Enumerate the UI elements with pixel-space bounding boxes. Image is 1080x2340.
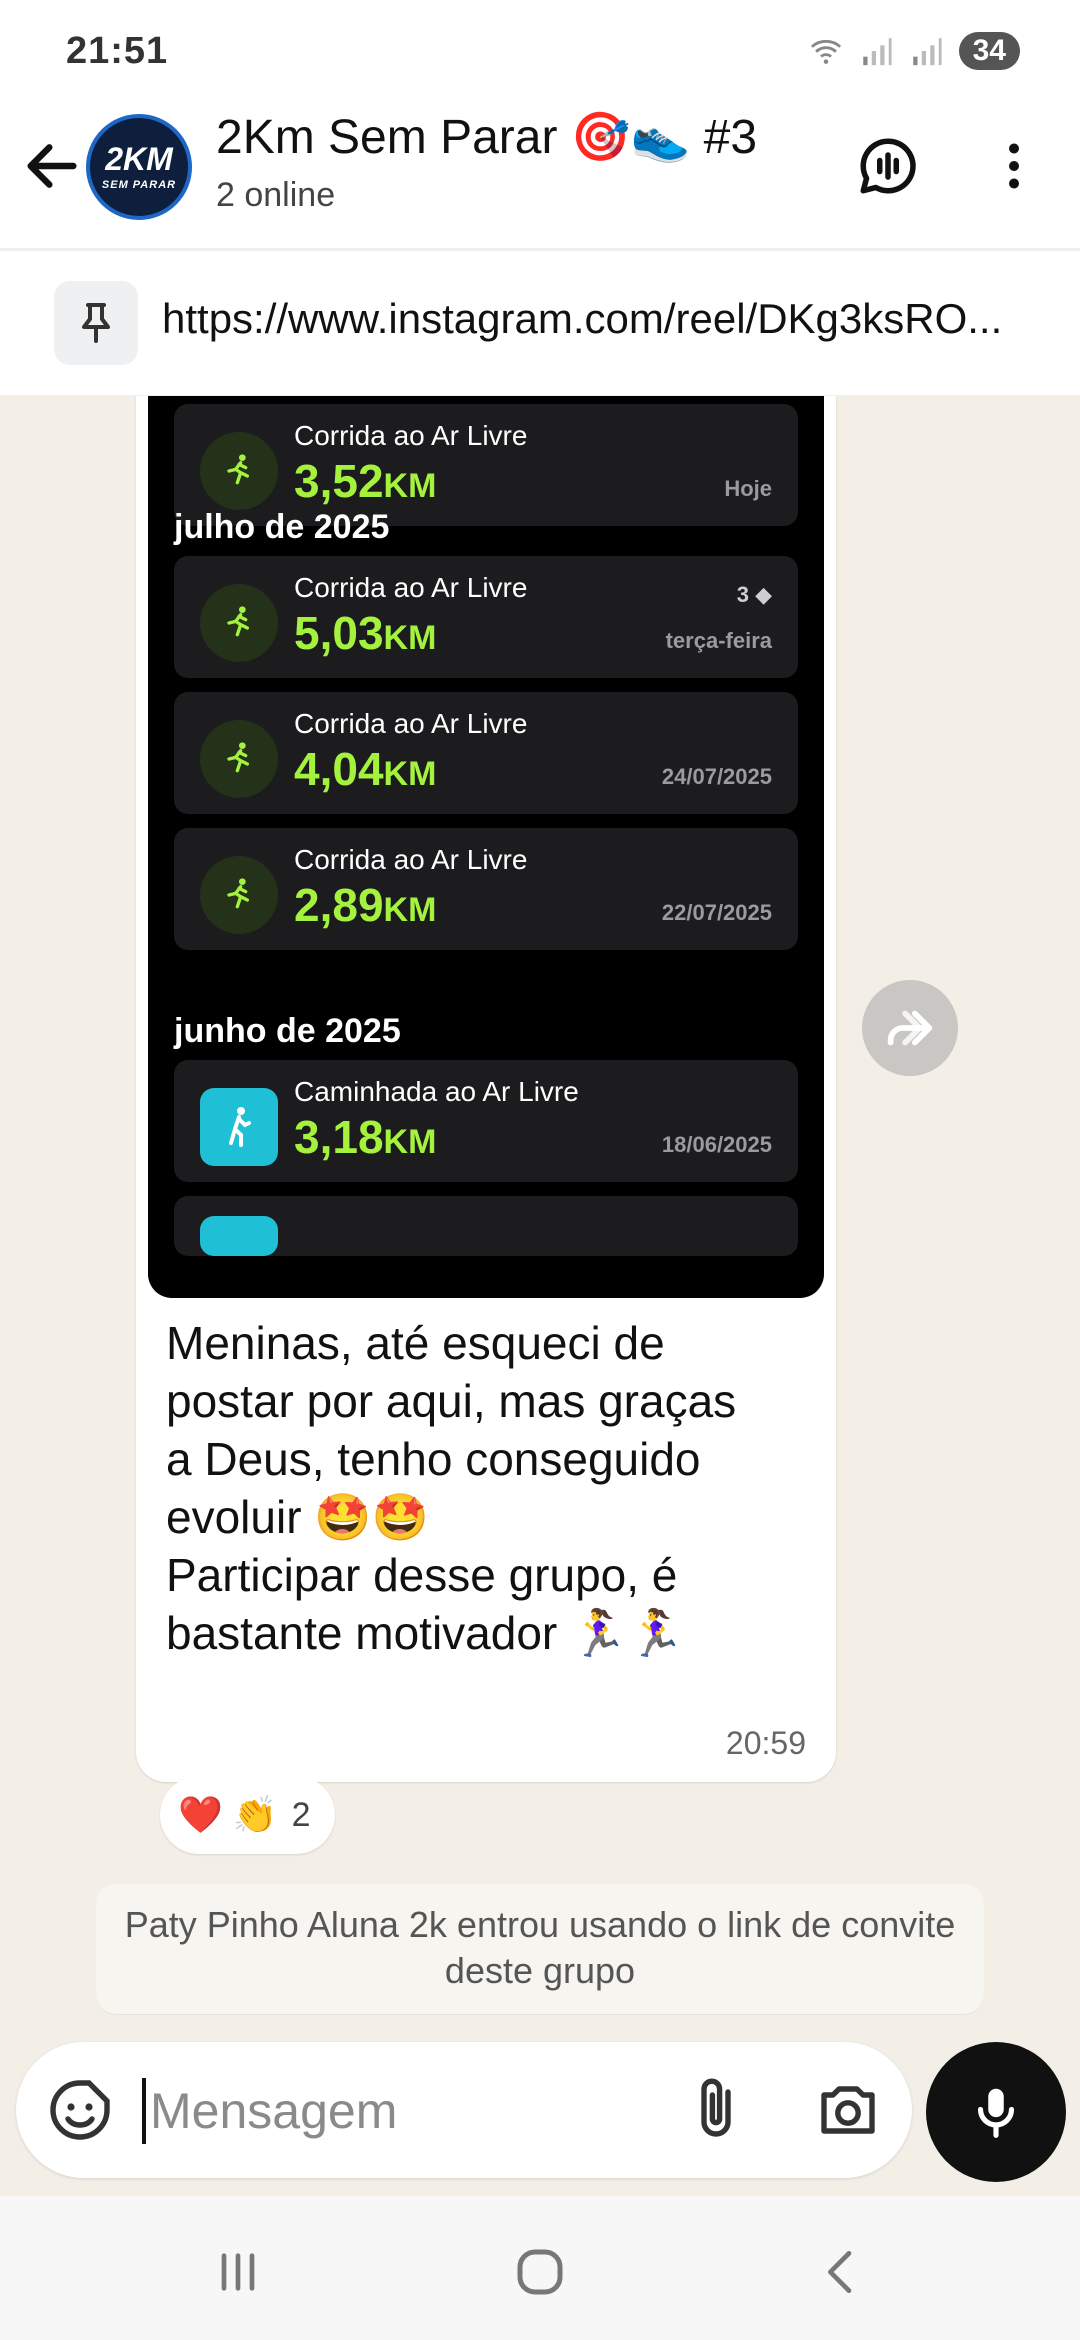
activity-card: Corrida ao Ar Livre 5,03KM 3 ◆ terça-fei… bbox=[174, 556, 798, 678]
activity-count: 3 ◆ bbox=[736, 582, 772, 607]
forward-icon bbox=[887, 1010, 933, 1046]
battery-indicator: 34 bbox=[958, 32, 1020, 70]
message-line: Meninas, até esqueci de bbox=[166, 1317, 665, 1369]
shoe-icon: ◆ bbox=[755, 582, 772, 607]
system-navigation-bar bbox=[0, 2196, 1080, 2340]
group-title[interactable]: 2Km Sem Parar 🎯👟 #3 bbox=[216, 108, 757, 165]
voice-chat-icon bbox=[860, 138, 916, 194]
sticker-emoji-icon[interactable] bbox=[44, 2074, 116, 2146]
voice-chat-button[interactable] bbox=[852, 130, 924, 202]
message-line: postar por aqui, mas graças bbox=[166, 1375, 737, 1427]
more-options-button[interactable] bbox=[978, 130, 1050, 202]
activity-label: Corrida ao Ar Livre bbox=[294, 572, 528, 603]
home-button[interactable] bbox=[500, 2232, 580, 2312]
activity-distance: 3,52KM bbox=[294, 455, 437, 507]
activity-date: terça-feira bbox=[665, 628, 772, 653]
activity-card: Corrida ao Ar Livre 2,89KM 22/07/2025 bbox=[174, 828, 798, 950]
activity-distance: 3,18KM bbox=[294, 1111, 437, 1163]
recent-apps-button[interactable] bbox=[198, 2232, 278, 2312]
camera-icon[interactable] bbox=[812, 2074, 884, 2146]
online-status: 2 online bbox=[216, 176, 336, 214]
section-title: junho de 2025 bbox=[174, 1012, 401, 1050]
activity-date: Hoje bbox=[724, 476, 772, 501]
message-line: evoluir 🤩🤩 bbox=[166, 1491, 429, 1543]
message-image[interactable]: Corrida ao Ar Livre 3,52KM Hoje julho de… bbox=[148, 396, 824, 1298]
activity-distance: 5,03KM bbox=[294, 607, 437, 659]
running-icon bbox=[200, 432, 278, 510]
signal-icon-2 bbox=[912, 38, 942, 66]
pin-icon-box bbox=[54, 281, 138, 365]
microphone-icon bbox=[977, 2088, 1015, 2138]
activity-date: 18/06/2025 bbox=[661, 1132, 772, 1157]
walking-icon bbox=[200, 1088, 278, 1166]
reactions-pill[interactable]: ❤️ 👏 2 bbox=[160, 1776, 335, 1854]
attach-icon[interactable] bbox=[680, 2074, 752, 2146]
message-line: Participar desse grupo, é bbox=[166, 1549, 678, 1601]
activity-card-partial bbox=[174, 1196, 798, 1256]
pinned-message-bar[interactable]: https://www.instagram.com/reel/DKg3ksRO.… bbox=[0, 250, 1080, 395]
activity-label: Caminhada ao Ar Livre bbox=[294, 1076, 579, 1107]
pinned-link-text[interactable]: https://www.instagram.com/reel/DKg3ksRO.… bbox=[162, 295, 1042, 343]
avatar-text-bottom: SEM PARAR bbox=[101, 179, 177, 191]
signal-icon bbox=[862, 38, 892, 66]
forward-button[interactable] bbox=[862, 980, 958, 1076]
home-icon bbox=[517, 2249, 563, 2295]
running-icon bbox=[200, 720, 278, 798]
message-line: bastante motivador 🏃‍♀️🏃‍♀️ bbox=[166, 1607, 685, 1659]
activity-distance: 4,04KM bbox=[294, 743, 437, 795]
system-message: Paty Pinho Aluna 2k entrou usando o link… bbox=[96, 1884, 984, 2014]
activity-distance: 2,89KM bbox=[294, 879, 437, 931]
more-vertical-icon bbox=[1009, 143, 1019, 189]
activity-date: 24/07/2025 bbox=[661, 764, 772, 789]
reaction-count: 2 bbox=[291, 1795, 311, 1834]
wifi-icon bbox=[810, 39, 841, 64]
status-bar: 21:51 34 bbox=[0, 0, 1080, 100]
message-input[interactable] bbox=[142, 2078, 672, 2144]
activity-date: 22/07/2025 bbox=[661, 900, 772, 925]
message-bubble[interactable]: Corrida ao Ar Livre 3,52KM Hoje julho de… bbox=[136, 396, 836, 1782]
voice-record-button[interactable] bbox=[926, 2042, 1066, 2182]
status-icons: 34 bbox=[809, 32, 1020, 70]
chat-area[interactable]: Corrida ao Ar Livre 3,52KM Hoje julho de… bbox=[0, 396, 1080, 2196]
avatar-text-top: 2KM bbox=[105, 141, 173, 177]
recent-apps-icon bbox=[221, 2253, 255, 2291]
message-line: a Deus, tenho conseguido bbox=[166, 1433, 701, 1485]
reaction-emojis: ❤️ 👏 bbox=[178, 1794, 278, 1835]
activity-label: Corrida ao Ar Livre bbox=[294, 420, 528, 451]
chat-header: 2KM SEM PARAR 2Km Sem Parar 🎯👟 #3 2 onli… bbox=[0, 100, 1080, 248]
walking-icon bbox=[200, 1216, 278, 1256]
message-text: Meninas, até esqueci de postar por aqui,… bbox=[166, 1314, 806, 1662]
section-title: julho de 2025 bbox=[174, 508, 390, 546]
system-back-button[interactable] bbox=[802, 2232, 882, 2312]
running-icon bbox=[200, 856, 278, 934]
message-composer bbox=[16, 2042, 912, 2178]
group-avatar[interactable]: 2KM SEM PARAR bbox=[86, 114, 192, 220]
activity-card: Corrida ao Ar Livre 4,04KM 24/07/2025 bbox=[174, 692, 798, 814]
activity-label: Corrida ao Ar Livre bbox=[294, 708, 528, 739]
back-arrow-icon[interactable] bbox=[20, 134, 84, 198]
activity-label: Corrida ao Ar Livre bbox=[294, 844, 528, 875]
pin-icon bbox=[82, 303, 110, 343]
message-time: 20:59 bbox=[725, 1725, 806, 1761]
running-icon bbox=[200, 584, 278, 662]
activity-card: Caminhada ao Ar Livre 3,18KM 18/06/2025 bbox=[174, 1060, 798, 1182]
back-chevron-icon bbox=[828, 2251, 852, 2293]
status-time: 21:51 bbox=[66, 30, 169, 72]
